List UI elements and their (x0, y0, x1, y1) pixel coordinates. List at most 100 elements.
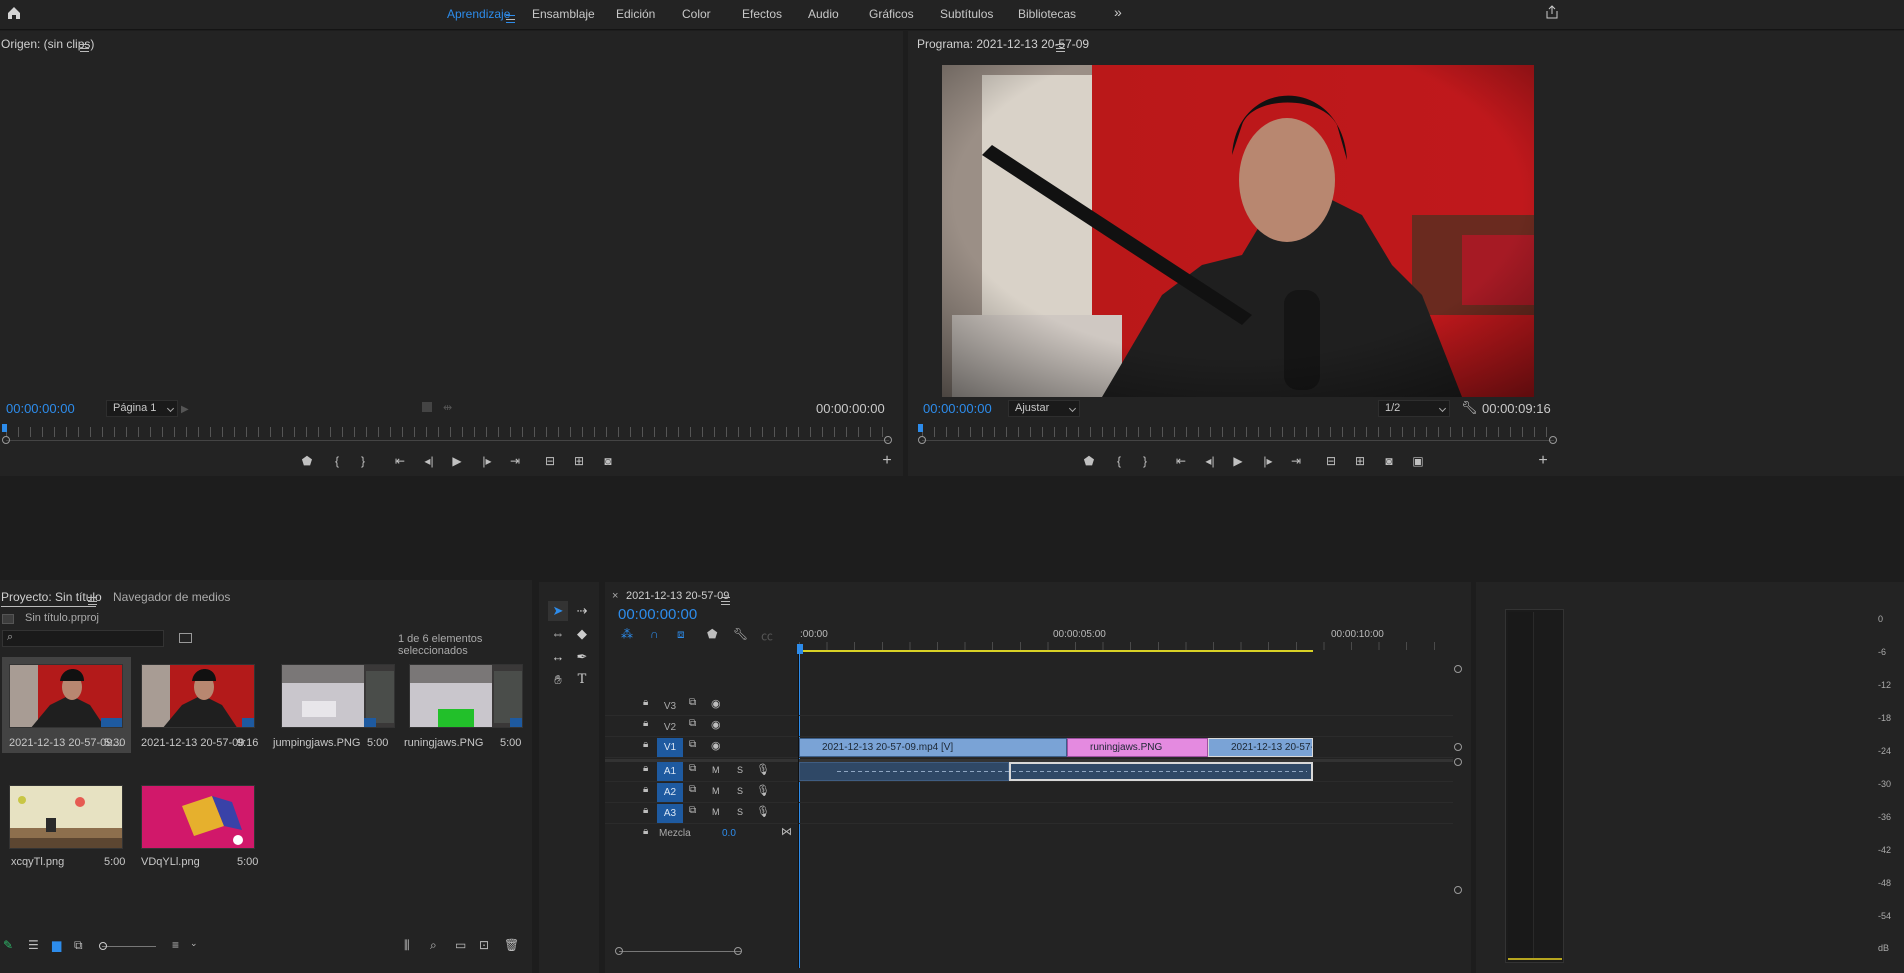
source-add-button[interactable]: + (876, 451, 898, 471)
program-wrench-icon[interactable]: 🔧︎ (1461, 400, 1478, 416)
work-area-bar[interactable] (799, 650, 1313, 652)
source-go-in-button[interactable]: ⇤ (389, 451, 411, 471)
selection-tool-icon[interactable]: ➤ (548, 601, 568, 621)
workspace-menu-icon[interactable] (506, 14, 515, 23)
source-zoom-bar[interactable] (6, 440, 889, 441)
captions-icon[interactable]: ㏄ (761, 627, 773, 644)
program-zoom-left-handle[interactable] (918, 436, 926, 444)
program-add-button[interactable]: + (1532, 451, 1554, 471)
workspace-tab-bibliotecas[interactable]: Bibliotecas (1018, 7, 1076, 21)
tab-media-browser[interactable]: Navegador de medios (113, 590, 230, 604)
timeline-timecode[interactable]: 00:00:00:00 (618, 606, 697, 623)
freeform-view-icon[interactable]: ⧉ (74, 938, 83, 953)
thumbnail-size-handle[interactable] (99, 942, 107, 950)
lock-icon[interactable]: 🔒︎ (643, 805, 648, 816)
pen-tool-icon[interactable]: ✒ (572, 647, 592, 667)
timeline-hscroll-right[interactable] (734, 947, 742, 955)
project-item-thumb[interactable] (9, 785, 123, 849)
solo-button[interactable]: S (737, 786, 743, 796)
tab-project[interactable]: Proyecto: Sin título (1, 590, 102, 604)
source-zoom-right-handle[interactable] (884, 436, 892, 444)
workspace-tab-edicion[interactable]: Edición (616, 7, 655, 21)
program-zoom-bar[interactable] (922, 440, 1554, 441)
source-overwrite-button[interactable]: ⊞ (568, 451, 590, 471)
add-marker-icon[interactable]: ⬟ (707, 627, 717, 641)
program-zoom-right-handle[interactable] (1549, 436, 1557, 444)
mix-value[interactable]: 0.0 (722, 828, 736, 839)
project-search-input[interactable]: ⌕ (2, 630, 164, 647)
program-export-frame-button[interactable]: ◙ (1378, 451, 1400, 471)
track-select-tool-icon[interactable]: ⇢ (572, 601, 592, 621)
clip-v1-nested[interactable]: 2021-12-13 20-57-09 (1208, 738, 1313, 757)
program-extract-button[interactable]: ⊞ (1349, 451, 1371, 471)
timeline-settings-icon[interactable]: 🔧︎ (733, 627, 748, 641)
eye-icon[interactable]: ◉ (711, 739, 721, 752)
sync-lock-icon[interactable]: ⧉ (689, 718, 696, 729)
sync-lock-icon[interactable]: ⧉ (689, 697, 696, 708)
eye-icon[interactable]: ◉ (711, 697, 721, 710)
workspace-tab-efectos[interactable]: Efectos (742, 7, 782, 21)
new-item-icon[interactable]: ⊡ (479, 938, 489, 952)
track-label-a1[interactable]: A1 (657, 762, 683, 781)
sync-lock-icon[interactable]: ⧉ (689, 805, 696, 816)
lock-icon[interactable]: 🔒︎ (643, 739, 648, 750)
timeline-hscroll-track[interactable] (619, 951, 741, 952)
mute-button[interactable]: M (712, 765, 720, 775)
slip-tool-icon[interactable]: ↔ (548, 647, 568, 667)
project-item-thumb[interactable] (409, 664, 523, 728)
source-step-back-button[interactable]: ◂| (418, 451, 440, 471)
mix-pan-icon[interactable]: ⋈ (781, 825, 792, 838)
source-mark-out-button[interactable]: } (352, 451, 374, 471)
sequence-tab-close[interactable]: × (612, 590, 618, 602)
source-page-select[interactable]: Página 1 (106, 400, 178, 417)
sort-dropdown-icon[interactable]: ⌄ (190, 938, 198, 949)
find-icon[interactable]: ⌕ (430, 938, 437, 953)
program-step-back-button[interactable]: ◂| (1199, 451, 1221, 471)
program-resolution-select[interactable]: 1/2 (1378, 400, 1450, 417)
sync-lock-icon[interactable]: ⧉ (689, 784, 696, 795)
write-protect-icon[interactable]: ✎ (3, 938, 13, 952)
source-play-button[interactable]: ▶ (446, 451, 468, 471)
solo-button[interactable]: S (737, 765, 743, 775)
project-item-thumb[interactable] (281, 664, 395, 728)
source-panel-menu-icon[interactable] (80, 43, 89, 52)
source-zoom-left-handle[interactable] (2, 436, 10, 444)
workspace-tab-graficos[interactable]: Gráficos (869, 7, 914, 21)
snap-icon[interactable]: ∩ (650, 627, 659, 641)
source-ruler[interactable] (6, 427, 889, 437)
clip-v1-image[interactable]: runingjaws.PNG (1067, 738, 1208, 757)
program-marker-button[interactable]: ⬟ (1078, 451, 1100, 471)
track-label-v2[interactable]: V2 (657, 718, 683, 737)
program-playhead[interactable] (918, 424, 923, 432)
project-item-thumb[interactable] (9, 664, 123, 728)
source-insert-icon[interactable]: ⇹ (443, 401, 452, 414)
track-label-v3[interactable]: V3 (657, 697, 683, 716)
track-label-v1[interactable]: V1 (657, 738, 683, 757)
project-panel-menu-icon[interactable] (88, 596, 97, 605)
mic-icon[interactable]: 🎙︎ (756, 784, 770, 797)
lock-icon[interactable]: 🔒︎ (643, 718, 648, 729)
timeline-vscroll-bottom[interactable] (1454, 886, 1462, 894)
program-fit-select[interactable]: Ajustar (1008, 400, 1080, 417)
source-timecode-in[interactable]: 00:00:00:00 (6, 401, 75, 416)
sequence-tab[interactable]: 2021-12-13 20-57-09 (626, 590, 729, 602)
program-timecode-in[interactable]: 00:00:00:00 (923, 401, 992, 416)
project-item-thumb[interactable] (141, 664, 255, 728)
lock-icon[interactable]: 🔒︎ (643, 697, 648, 708)
delete-icon[interactable]: 🗑︎ (504, 938, 519, 952)
solo-button[interactable]: S (737, 807, 743, 817)
sort-icon[interactable]: ≡ (172, 938, 179, 952)
workspace-tab-ensamblaje[interactable]: Ensamblaje (532, 7, 595, 21)
program-mark-in-button[interactable]: { (1108, 451, 1130, 471)
share-icon[interactable] (1545, 5, 1559, 19)
ripple-edit-tool-icon[interactable]: ⇔ (548, 624, 568, 644)
eye-icon[interactable]: ◉ (711, 718, 721, 731)
workspace-tab-subtitulos[interactable]: Subtítulos (940, 7, 993, 21)
program-go-out-button[interactable]: ⇥ (1285, 451, 1307, 471)
home-icon[interactable] (6, 5, 22, 21)
workspace-more-button[interactable]: » (1114, 4, 1122, 20)
program-lift-button[interactable]: ⊟ (1320, 451, 1342, 471)
program-panel-menu-icon[interactable] (1056, 43, 1065, 52)
timeline-vscroll-audio[interactable] (1454, 758, 1462, 766)
source-settings-icon[interactable] (422, 402, 432, 412)
